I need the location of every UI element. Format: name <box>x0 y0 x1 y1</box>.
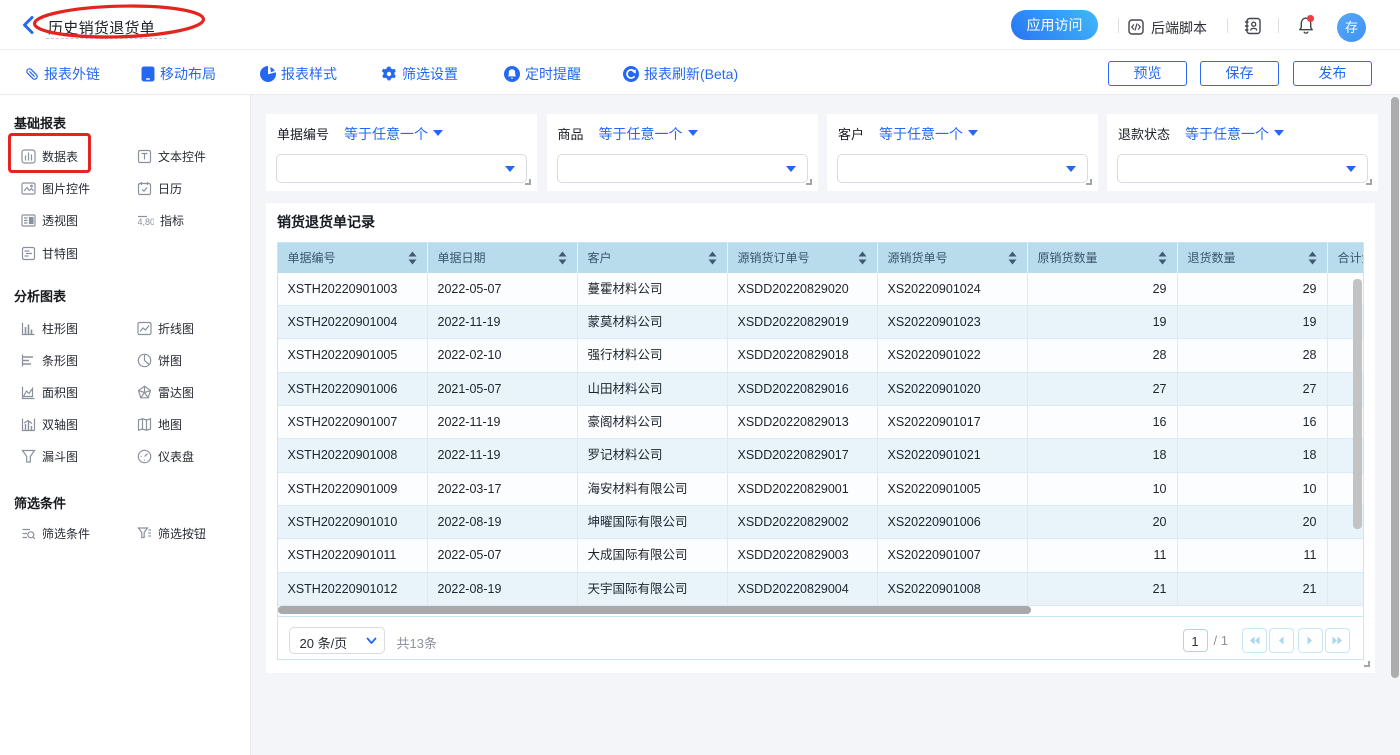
svg-text:4,80: 4,80 <box>138 217 155 227</box>
